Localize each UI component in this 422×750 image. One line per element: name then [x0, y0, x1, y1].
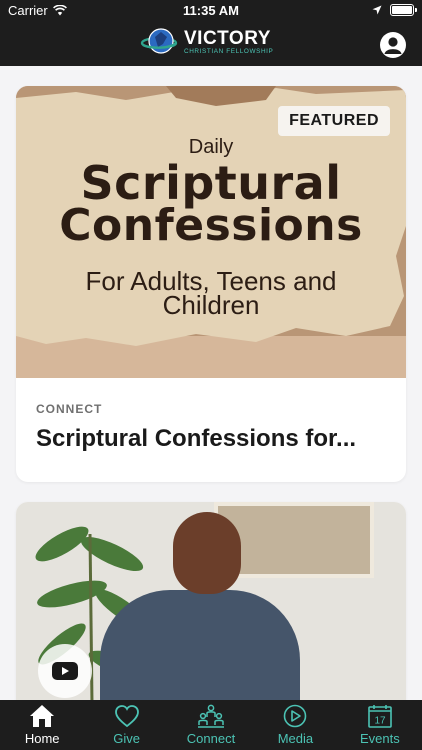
- globe-logo-icon: [140, 28, 178, 54]
- speaker-head: [173, 512, 241, 594]
- profile-button[interactable]: [380, 32, 406, 58]
- tab-media[interactable]: Media: [253, 700, 337, 750]
- app-header: VICTORY CHRISTIAN FELLOWSHIP: [0, 22, 422, 66]
- home-icon: [30, 705, 55, 727]
- image-text-title-line2: Confessions: [59, 200, 363, 251]
- battery-icon: [390, 4, 417, 16]
- tab-events-label: Events: [359, 731, 400, 746]
- tab-connect-label: Connect: [186, 731, 236, 746]
- featured-card-image: Daily Scriptural Confessions For Adults,…: [16, 86, 406, 378]
- play-circle-icon: [284, 704, 307, 728]
- content-feed[interactable]: Daily Scriptural Confessions For Adults,…: [0, 66, 422, 700]
- play-video-button[interactable]: [38, 644, 92, 698]
- calendar-icon: 17: [368, 705, 392, 728]
- victory-logo: VICTORY CHRISTIAN FELLOWSHIP: [140, 26, 273, 58]
- calendar-day: 17: [374, 716, 386, 727]
- heart-icon: [114, 705, 139, 728]
- status-bar: Carrier 11:35 AM: [0, 0, 422, 22]
- featured-badge: FEATURED: [278, 106, 390, 136]
- people-icon: [198, 704, 225, 728]
- video-card[interactable]: [16, 502, 406, 700]
- logo-subtitle: CHRISTIAN FELLOWSHIP: [184, 47, 274, 55]
- bottom-tab-bar: Home Give Connect Media 17 Events: [0, 700, 422, 750]
- location-arrow-icon: [372, 5, 382, 15]
- tab-events[interactable]: 17 Events: [338, 700, 422, 750]
- logo-title: VICTORY: [184, 27, 271, 49]
- featured-card-body: CONNECT Scriptural Confessions for...: [16, 378, 406, 477]
- image-text-subtitle-line2: Children: [162, 290, 260, 320]
- speaker-body: [100, 590, 300, 700]
- status-time: 11:35 AM: [183, 3, 239, 18]
- card-category: CONNECT: [36, 402, 103, 416]
- status-right: [372, 4, 417, 16]
- tab-give-label: Give: [113, 731, 140, 746]
- tab-media-label: Media: [277, 731, 314, 746]
- play-icon: [52, 662, 78, 680]
- tab-home-label: Home: [24, 731, 60, 746]
- tab-home[interactable]: Home: [0, 700, 84, 750]
- featured-card[interactable]: Daily Scriptural Confessions For Adults,…: [16, 86, 406, 482]
- tab-give[interactable]: Give: [84, 700, 168, 750]
- tab-connect[interactable]: Connect: [169, 700, 253, 750]
- video-thumbnail: [16, 502, 406, 700]
- user-icon: [384, 37, 402, 54]
- card-title: Scriptural Confessions for...: [36, 425, 357, 452]
